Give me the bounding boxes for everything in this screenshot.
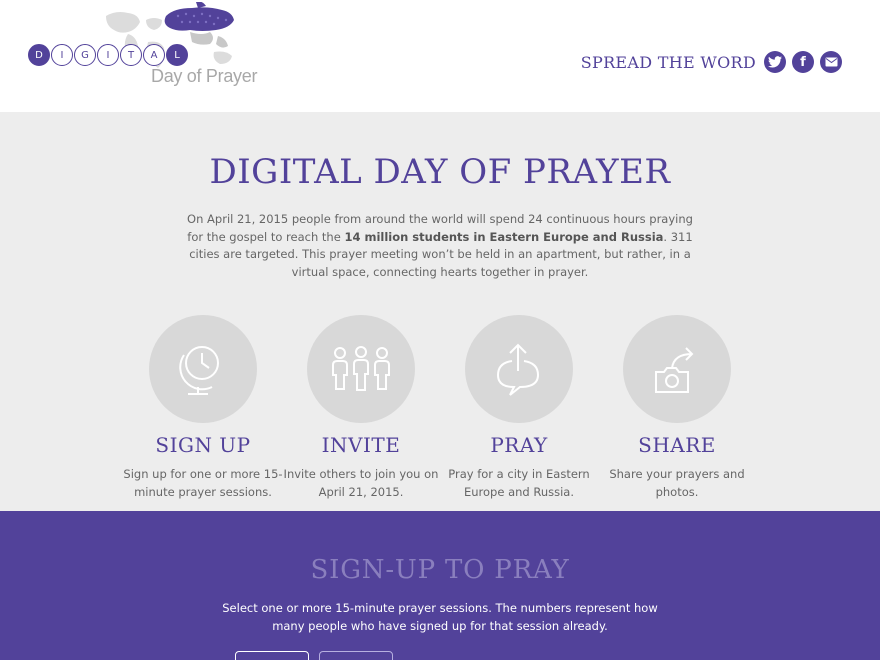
step-description: Share your prayers and photos.: [609, 467, 745, 499]
signup-text: Select one or more 15-minute prayer sess…: [222, 601, 658, 633]
intro-text-bold: 14 million students in Eastern Europe an…: [344, 229, 664, 244]
logo-letter: T: [120, 44, 142, 66]
step-title: PRAY: [490, 433, 548, 457]
step-description: Sign up for one or more 15-minute prayer…: [123, 467, 283, 499]
step-title: INVITE: [321, 433, 401, 457]
step-description: Invite others to join you on April 21, 2…: [283, 467, 439, 499]
signup-section: SIGN-UP TO PRAY Select one or more 15-mi…: [0, 511, 880, 660]
pray-bubble-icon: [496, 343, 540, 396]
spread-label: SPREAD THE WORD: [580, 52, 756, 72]
session-button[interactable]: [235, 651, 309, 660]
step-title: SIGN UP: [155, 433, 251, 457]
signup-title: SIGN-UP TO PRAY: [310, 555, 570, 585]
logo-letter: D: [28, 44, 50, 66]
logo-letters: D I G I T A L: [28, 44, 188, 66]
step-circle: [307, 315, 415, 423]
site-header: D I G I T A L Day of Prayer SPREAD THE W…: [0, 0, 880, 112]
intro-paragraph: On April 21, 2015 people from around the…: [180, 211, 700, 281]
step-invite: INVITE Invite others to join you on Apri…: [281, 315, 441, 501]
step-circle: [465, 315, 573, 423]
page-title: DIGITAL DAY OF PRAYER: [209, 152, 671, 192]
step-sign-up: SIGN UP Sign up for one or more 15-minut…: [123, 315, 283, 501]
facebook-icon[interactable]: f: [792, 51, 814, 73]
logo[interactable]: D I G I T A L Day of Prayer: [28, 2, 268, 102]
twitter-icon[interactable]: [764, 51, 786, 73]
camera-share-icon: [655, 347, 694, 393]
globe-clock-icon: [179, 346, 219, 395]
logo-letter: L: [166, 44, 188, 66]
step-share: SHARE Share your prayers and photos.: [597, 315, 757, 501]
step-circle: [149, 315, 257, 423]
session-button[interactable]: [319, 651, 393, 660]
logo-letter: G: [74, 44, 96, 66]
logo-subtitle: Day of Prayer: [151, 66, 258, 86]
step-description: Pray for a city in Eastern Europe and Ru…: [448, 467, 590, 499]
logo-letter: A: [143, 44, 165, 66]
people-icon: [332, 346, 390, 391]
logo-letter: I: [97, 44, 119, 66]
step-circle: [623, 315, 731, 423]
step-pray: PRAY Pray for a city in Eastern Europe a…: [439, 315, 599, 501]
logo-letter: I: [51, 44, 73, 66]
facebook-letter: f: [800, 54, 806, 70]
step-title: SHARE: [638, 433, 716, 457]
spread-the-word: SPREAD THE WORD f: [581, 51, 842, 73]
email-icon[interactable]: [820, 51, 842, 73]
